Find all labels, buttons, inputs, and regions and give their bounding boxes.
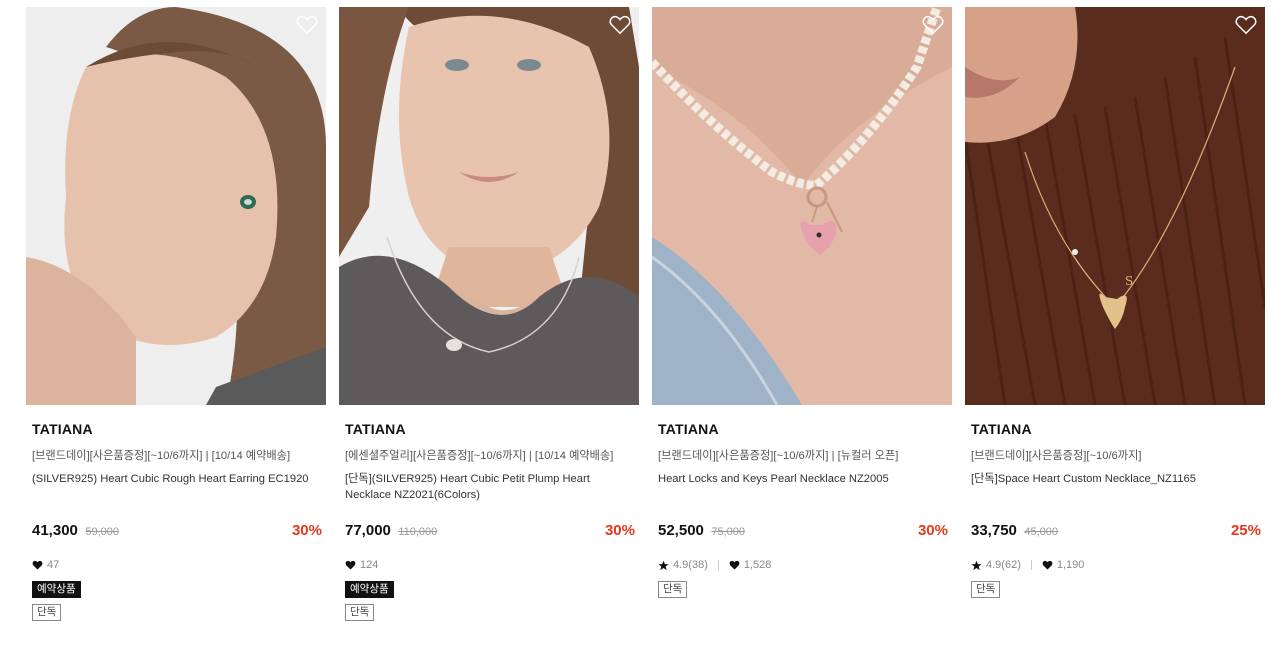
heart-filled-icon (32, 560, 43, 570)
price-row: 52,500 75,000 30% (658, 522, 948, 542)
discount-rate: 25% (1230, 522, 1261, 539)
brand-name[interactable]: TATIANA (345, 421, 406, 437)
heart-filled-icon (345, 560, 356, 570)
sale-price: 41,300 (32, 522, 78, 539)
wishlist-heart-icon[interactable] (296, 15, 318, 35)
product-card[interactable]: TATIANA [에센셜주얼리][사은품증정][~10/6까지] | [10/1… (339, 7, 639, 657)
product-grid: TATIANA [브랜드데이][사은품증정][~10/6까지] | [10/14… (0, 0, 1276, 667)
like-count: 124 (360, 559, 379, 571)
brand-name[interactable]: TATIANA (32, 421, 93, 437)
stats-row: 124 (345, 557, 378, 573)
star-icon (971, 560, 982, 570)
stats-row: 47 (32, 557, 59, 573)
product-image[interactable] (339, 7, 639, 405)
star-icon (658, 560, 669, 570)
rating-score: 4.9(38) (673, 559, 708, 571)
product-name[interactable]: [단독]Space Heart Custom Necklace_NZ1165 (971, 471, 1261, 487)
exclusive-badge: 단독 (32, 604, 62, 621)
like-count: 47 (47, 559, 60, 571)
stats-row: 4.9(62) 1,190 (971, 557, 1084, 573)
product-image[interactable] (26, 7, 326, 405)
price-row: 77,000 110,000 30% (345, 522, 635, 542)
exclusive-badge: 단독 (658, 581, 688, 598)
divider (1030, 560, 1032, 570)
divider (717, 560, 719, 570)
product-image[interactable]: S (965, 7, 1265, 405)
discount-rate: 30% (291, 522, 322, 539)
promo-text: [브랜드데이][사은품증정][~10/6까지] | [10/14 예약배송] (32, 450, 291, 462)
sale-price: 33,750 (971, 522, 1017, 539)
promo-text: [에센셜주얼리][사은품증정][~10/6까지] | [10/14 예약배송] (345, 450, 614, 462)
svg-text:S: S (1125, 274, 1133, 288)
exclusive-badge: 단독 (345, 604, 375, 621)
brand-name[interactable]: TATIANA (971, 421, 1032, 437)
stats-row: 4.9(38) 1,528 (658, 557, 771, 573)
discount-rate: 30% (917, 522, 948, 539)
sale-price: 77,000 (345, 522, 391, 539)
product-card[interactable]: TATIANA [브랜드데이][사은품증정][~10/6까지] | [10/14… (26, 7, 326, 657)
product-card[interactable]: TATIANA [브랜드데이][사은품증정][~10/6까지] | [뉴컬러 오… (652, 7, 952, 657)
wishlist-heart-icon[interactable] (922, 15, 944, 35)
product-card[interactable]: S TATIANA [브랜드데이][사은품증정][~10/6까지] [단독]Sp… (965, 7, 1265, 657)
promo-text: [브랜드데이][사은품증정][~10/6까지] | [뉴컬러 오픈] (658, 450, 899, 462)
heart-filled-icon (729, 560, 740, 570)
original-price: 75,000 (711, 526, 745, 538)
product-image[interactable] (652, 7, 952, 405)
preorder-badge: 예약상품 (32, 581, 81, 598)
heart-filled-icon (1042, 560, 1053, 570)
wishlist-heart-icon[interactable] (609, 15, 631, 35)
product-name[interactable]: Heart Locks and Keys Pearl Necklace NZ20… (658, 471, 948, 487)
brand-name[interactable]: TATIANA (658, 421, 719, 437)
product-name[interactable]: (SILVER925) Heart Cubic Rough Heart Earr… (32, 471, 322, 487)
original-price: 59,000 (85, 526, 119, 538)
price-row: 41,300 59,000 30% (32, 522, 322, 542)
price-row: 33,750 45,000 25% (971, 522, 1261, 542)
rating-score: 4.9(62) (986, 559, 1021, 571)
like-count: 1,190 (1056, 559, 1085, 571)
exclusive-badge: 단독 (971, 581, 1001, 598)
original-price: 110,000 (398, 526, 438, 538)
product-name[interactable]: [단독](SILVER925) Heart Cubic Petit Plump … (345, 471, 635, 503)
promo-text: [브랜드데이][사은품증정][~10/6까지] (971, 450, 1142, 462)
preorder-badge: 예약상품 (345, 581, 394, 598)
sale-price: 52,500 (658, 522, 704, 539)
like-count: 1,528 (743, 559, 772, 571)
discount-rate: 30% (604, 522, 635, 539)
wishlist-heart-icon[interactable] (1235, 15, 1257, 35)
original-price: 45,000 (1024, 526, 1058, 538)
